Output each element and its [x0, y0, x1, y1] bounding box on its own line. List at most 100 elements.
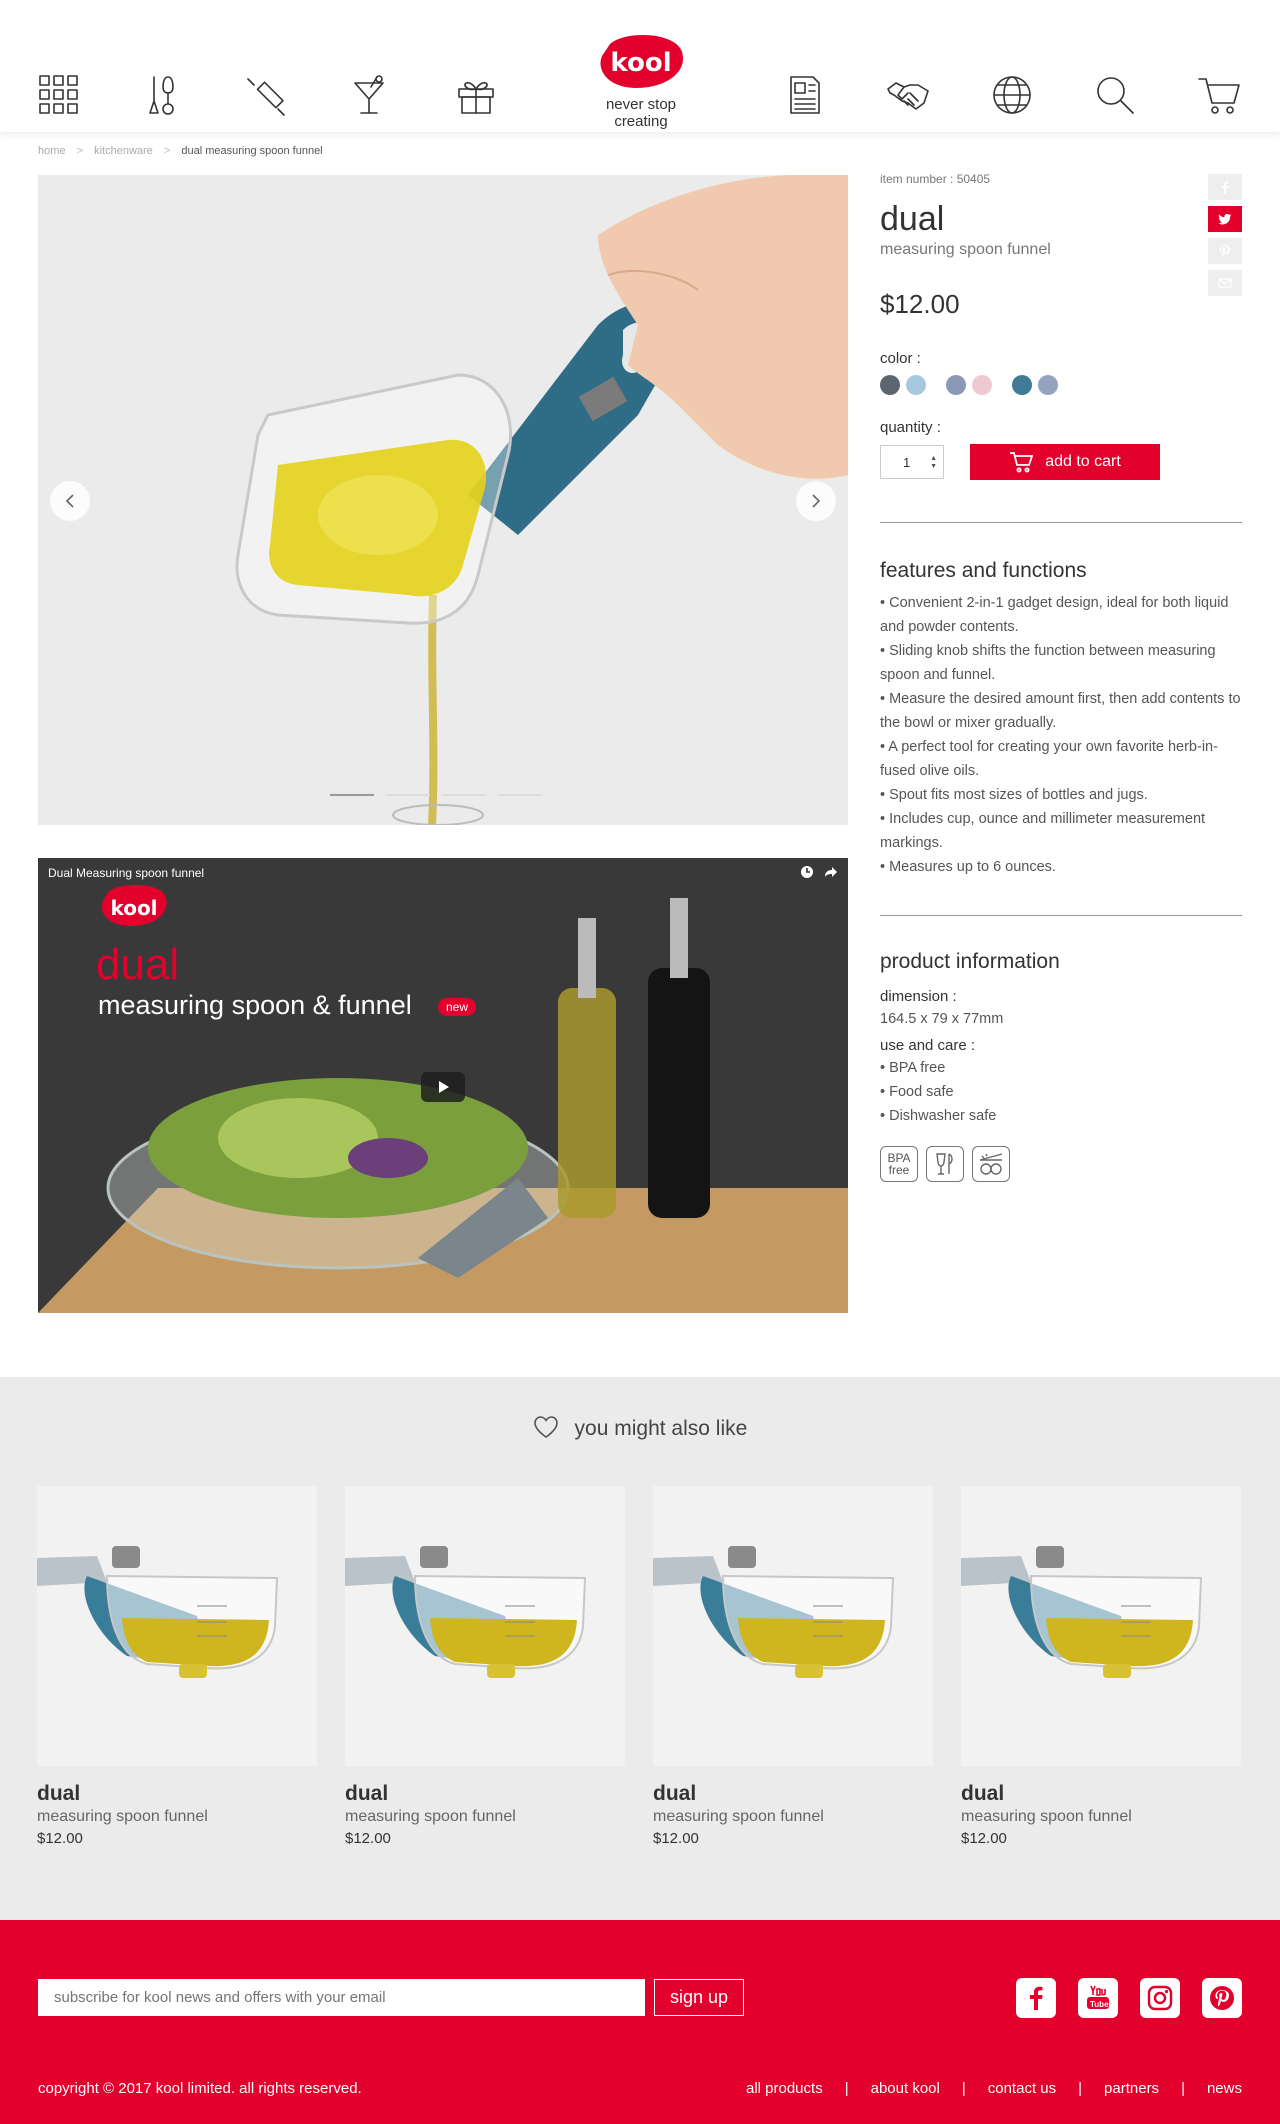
gallery-dot[interactable]: [386, 794, 430, 796]
kool-logo[interactable]: kool never stop creating: [580, 34, 700, 130]
color-swatch[interactable]: [1012, 375, 1032, 395]
breadcrumb-current: dual measuring spoon funnel: [181, 145, 323, 157]
grid-icon[interactable]: [36, 72, 82, 118]
product-card[interactable]: dual measuring spoon funnel $12.00: [37, 1486, 317, 1847]
chevron-left-icon: [65, 494, 74, 508]
color-swatch[interactable]: [972, 375, 992, 395]
care-item: • Food safe: [880, 1084, 954, 1100]
handshake-icon[interactable]: [885, 72, 931, 118]
divider: [880, 915, 1242, 916]
footer-link-all-products[interactable]: all products: [746, 2080, 823, 2097]
video-title: Dual Measuring spoon funnel: [48, 866, 205, 880]
search-icon[interactable]: [1092, 72, 1138, 118]
breadcrumb-link-home[interactable]: home: [38, 145, 66, 157]
product-subtitle: measuring spoon funnel: [880, 241, 1051, 258]
product-card-title[interactable]: dual: [653, 1782, 933, 1806]
product-card[interactable]: dual measuring spoon funnel $12.00: [961, 1486, 1241, 1847]
product-card[interactable]: dual measuring spoon funnel $12.00: [653, 1486, 933, 1847]
rolling-pin-icon[interactable]: [243, 72, 289, 118]
recommended-heading-text: you might also like: [574, 1417, 748, 1440]
footer-link-contact[interactable]: contact us: [988, 2080, 1056, 2097]
utensils-icon[interactable]: [139, 72, 185, 118]
use-and-care-label: use and care :: [880, 1037, 976, 1054]
cocktail-icon[interactable]: [348, 72, 394, 118]
gallery-dot[interactable]: [498, 794, 542, 796]
product-card-image[interactable]: [345, 1486, 625, 1766]
product-card-price: $12.00: [653, 1830, 699, 1847]
share-icon[interactable]: [824, 865, 838, 879]
pinterest-icon: [1220, 245, 1230, 258]
cart-icon[interactable]: [1196, 72, 1242, 118]
color-swatch[interactable]: [1038, 375, 1058, 395]
quantity-label: quantity :: [880, 419, 941, 436]
color-swatch[interactable]: [906, 375, 926, 395]
gift-icon[interactable]: [453, 72, 499, 118]
site-header: kool never stop creating: [0, 0, 1280, 132]
product-info-heading: product information: [880, 950, 1060, 973]
footer-link-divider: |: [961, 2080, 966, 2097]
product-card-title[interactable]: dual: [345, 1782, 625, 1806]
feature-item: • A perfect tool for creating your own f…: [880, 739, 1218, 779]
svg-text:Tube: Tube: [1090, 2000, 1109, 2009]
product-card-title[interactable]: dual: [37, 1782, 317, 1806]
gallery-dot[interactable]: [442, 794, 486, 796]
watch-later-icon[interactable]: [800, 865, 814, 879]
footer-link-partners[interactable]: partners: [1104, 2080, 1159, 2097]
color-swatch[interactable]: [880, 375, 900, 395]
product-card-subtitle: measuring spoon funnel: [653, 1808, 824, 1825]
feature-item: • Measure the desired amount first, then…: [880, 691, 1241, 731]
globe-icon[interactable]: [989, 72, 1035, 118]
bpa-free-line2: free: [888, 1163, 910, 1177]
pinterest-link[interactable]: [1202, 1978, 1242, 2018]
feature-item: • Spout fits most sizes of bottles and j…: [880, 787, 1148, 803]
footer-link-divider: |: [844, 2080, 849, 2097]
gallery-dot[interactable]: [330, 794, 374, 796]
add-to-cart-button[interactable]: add to cart: [970, 444, 1160, 480]
product-card-image[interactable]: [653, 1486, 933, 1766]
pinterest-icon: [1210, 1986, 1234, 2010]
spinner-arrows-icon[interactable]: ▲ ▼: [930, 455, 937, 471]
gallery-pagination: [330, 794, 542, 796]
footer-link-about[interactable]: about kool: [871, 2080, 940, 2097]
twitter-share-button[interactable]: [1208, 206, 1242, 232]
color-swatch[interactable]: [946, 375, 966, 395]
color-swatches: [880, 375, 1242, 395]
video-subheadline: measuring spoon & funnel: [98, 990, 412, 1020]
youtube-icon: Tube: [1087, 1985, 1109, 2009]
product-card-image[interactable]: [37, 1486, 317, 1766]
breadcrumb-link-kitchenware[interactable]: kitchenware: [94, 145, 153, 157]
cart-icon: [1010, 452, 1034, 473]
pinterest-share-button[interactable]: [1208, 238, 1242, 264]
play-button[interactable]: [421, 1072, 465, 1102]
product-card-image[interactable]: [961, 1486, 1241, 1766]
facebook-share-button[interactable]: [1208, 174, 1242, 200]
product-video[interactable]: Dual Measuring spoon funnel kool dual me…: [38, 858, 848, 1313]
copyright-text: copyright © 2017 kool limited. all right…: [38, 2080, 362, 2097]
video-headline: dual: [96, 940, 180, 989]
product-info-panel: item number : 50405 dual measuring spoon…: [880, 172, 1242, 1182]
features-list: • Convenient 2-in-1 gadget design, ideal…: [880, 591, 1242, 879]
product-card[interactable]: dual measuring spoon funnel $12.00: [345, 1486, 625, 1847]
sign-up-button[interactable]: sign up: [654, 1979, 744, 2016]
instagram-link[interactable]: [1140, 1978, 1180, 2018]
youtube-link[interactable]: Tube: [1078, 1978, 1118, 2018]
product-title: dual: [880, 200, 945, 238]
product-card-price: $12.00: [37, 1830, 83, 1847]
video-logo-text: kool: [110, 896, 158, 920]
social-share: [1208, 174, 1242, 296]
product-card-subtitle: measuring spoon funnel: [961, 1808, 1132, 1825]
product-card-title[interactable]: dual: [961, 1782, 1241, 1806]
email-share-button[interactable]: [1208, 270, 1242, 296]
care-list: • BPA free • Food safe • Dishwasher safe: [880, 1056, 1242, 1128]
divider: [880, 522, 1242, 523]
gallery-prev-button[interactable]: [50, 481, 90, 521]
product-card-price: $12.00: [961, 1830, 1007, 1847]
tagline: never stop creating: [605, 96, 677, 130]
twitter-icon: [1218, 214, 1232, 225]
facebook-link[interactable]: [1016, 1978, 1056, 2018]
subscribe-email-input[interactable]: [38, 1979, 645, 2016]
quantity-stepper[interactable]: 1 ▲ ▼: [880, 445, 944, 479]
footer-link-news[interactable]: news: [1207, 2080, 1242, 2097]
gallery-next-button[interactable]: [796, 481, 836, 521]
catalog-icon[interactable]: [782, 72, 828, 118]
